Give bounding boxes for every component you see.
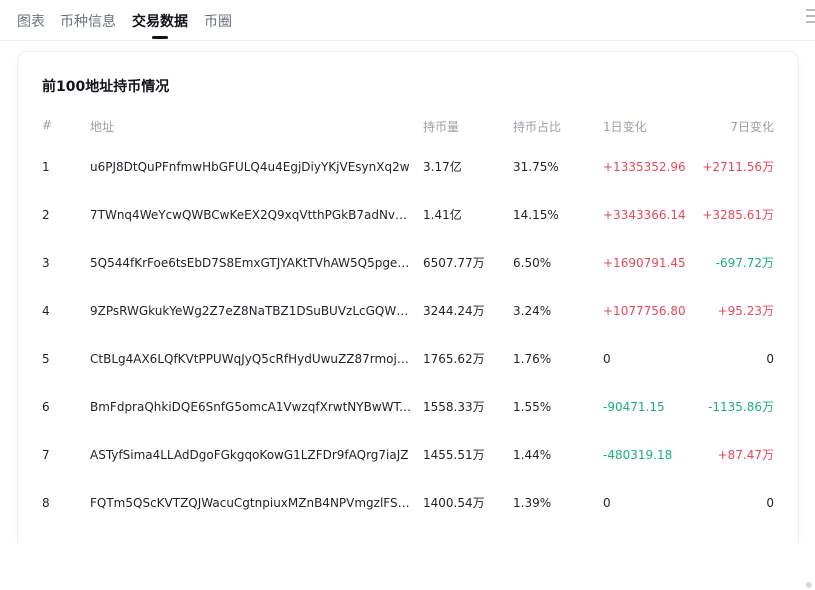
cell-share: 6.50%: [513, 256, 552, 270]
column-header-share: 持币占比: [513, 120, 562, 134]
table-row[interactable]: 3 5Q544fKrFoe6tsEbD7S8EmxGTJYAKtTVhAW5Q5p…: [18, 250, 798, 298]
cell-7d-change: 0: [766, 352, 774, 366]
cell-rank: 3: [42, 256, 50, 270]
cell-address[interactable]: BmFdpraQhkiDQE6SnfG5omcA1VwzqfXrwtNYBwWT…: [90, 399, 412, 415]
cell-rank: 5: [42, 352, 50, 366]
table-row[interactable]: 6 BmFdpraQhkiDQE6SnfG5omcA1VwzqfXrwtNYBwW…: [18, 394, 798, 442]
cell-share: 31.75%: [513, 160, 559, 174]
tab-bar: 图表 币种信息 交易数据 币圈: [0, 0, 815, 41]
table-row[interactable]: 8 FQTm5QScKVTZQJWacuCgtnpiuxMZnB4NPVmgzlF…: [18, 490, 798, 538]
cell-rank: 2: [42, 208, 50, 222]
cell-share: 1.76%: [513, 352, 552, 366]
cell-share: 3.24%: [513, 304, 552, 318]
card-title: 前100地址持币情况: [42, 79, 170, 95]
cell-1d-change: -90471.15: [603, 400, 665, 414]
cell-7d-change: +3285.61万: [702, 208, 774, 222]
cell-7d-change: +87.47万: [717, 448, 774, 462]
cell-amount: 1765.62万: [423, 352, 485, 366]
cell-share: 1.39%: [513, 496, 552, 510]
active-tab-indicator: [152, 36, 168, 39]
cell-rank: 8: [42, 496, 50, 510]
column-header-7d-change: 7日变化: [730, 120, 774, 134]
column-header-address: 地址: [90, 120, 115, 134]
cell-7d-change: -1135.86万: [708, 400, 774, 414]
cell-7d-change: +95.23万: [717, 304, 774, 318]
table-row[interactable]: 4 9ZPsRWGkukYeWg2Z7eZ8NaTBZ1DSuBUVzLcGQWZ…: [18, 298, 798, 346]
cell-amount: 3244.24万: [423, 304, 485, 318]
tab-coin-info[interactable]: 币种信息: [60, 11, 116, 31]
cell-1d-change: -480319.18: [603, 448, 673, 462]
cell-address[interactable]: CtBLg4AX6LQfKVtPPUWqJyQ5cRfHydUwuZZ87rmo…: [90, 351, 412, 367]
table-row[interactable]: 5 CtBLg4AX6LQfKVtPPUWqJyQ5cRfHydUwuZZ87rm…: [18, 346, 798, 394]
menu-lines-icon[interactable]: [806, 9, 815, 23]
cell-share: 1.55%: [513, 400, 552, 414]
cell-rank: 7: [42, 448, 50, 462]
cell-amount: 3.17亿: [423, 160, 462, 174]
cell-rank: 1: [42, 160, 50, 174]
cell-amount: 1455.51万: [423, 448, 485, 462]
cell-share: 14.15%: [513, 208, 559, 222]
cell-address[interactable]: FQTm5QScKVTZQJWacuCgtnpiuxMZnB4NPVmgzlFS…: [90, 495, 412, 511]
cell-1d-change: 0: [603, 352, 611, 366]
cell-rank: 4: [42, 304, 50, 318]
tab-trading-data[interactable]: 交易数据: [132, 11, 188, 31]
column-header-1d-change: 1日变化: [603, 120, 647, 134]
tab-crypto-circle[interactable]: 币圈: [204, 11, 232, 31]
table-row[interactable]: 1 u6PJ8DtQuPFnfmwHbGFULQ4u4EgjDiyYKjVEsyn…: [18, 154, 798, 202]
tab-chart[interactable]: 图表: [17, 11, 45, 31]
holders-card: 前100地址持币情况 # 地址 持币量 持币占比 1日变化 7日变化 1 u6PJ…: [17, 51, 799, 573]
cell-share: 1.44%: [513, 448, 552, 462]
cell-7d-change: +2711.56万: [702, 160, 774, 174]
column-header-rank: #: [42, 118, 53, 132]
cell-amount: 1558.33万: [423, 400, 485, 414]
cell-address[interactable]: ASTyfSima4LLAdDgoFGkgqoKowG1LZFDr9fAQrg7…: [90, 447, 412, 463]
cell-address[interactable]: u6PJ8DtQuPFnfmwHbGFULQ4u4EgjDiyYKjVEsynX…: [90, 159, 412, 175]
column-header-amount: 持币量: [423, 120, 460, 134]
cell-address[interactable]: 7TWnq4WeYcwQWBCwKeEX2Q9xqVtthPGkB7adNvue…: [90, 207, 412, 223]
cell-amount: 1400.54万: [423, 496, 485, 510]
cell-amount: 6507.77万: [423, 256, 485, 270]
table-row[interactable]: 7 ASTyfSima4LLAdDgoFGkgqoKowG1LZFDr9fAQrg…: [18, 442, 798, 490]
cell-1d-change: 0: [603, 496, 611, 510]
content-cutoff: [0, 543, 815, 590]
scroll-indicator[interactable]: [806, 582, 812, 588]
table-row[interactable]: 2 7TWnq4WeYcwQWBCwKeEX2Q9xqVtthPGkB7adNvu…: [18, 202, 798, 250]
cell-7d-change: -697.72万: [715, 256, 774, 270]
cell-7d-change: 0: [766, 496, 774, 510]
cell-address[interactable]: 5Q544fKrFoe6tsEbD7S8EmxGTJYAKtTVhAW5Q5pg…: [90, 255, 412, 271]
cell-amount: 1.41亿: [423, 208, 462, 222]
cell-address[interactable]: 9ZPsRWGkukYeWg2Z7eZ8NaTBZ1DSuBUVzLcGQWZg…: [90, 303, 412, 319]
cell-rank: 6: [42, 400, 50, 414]
